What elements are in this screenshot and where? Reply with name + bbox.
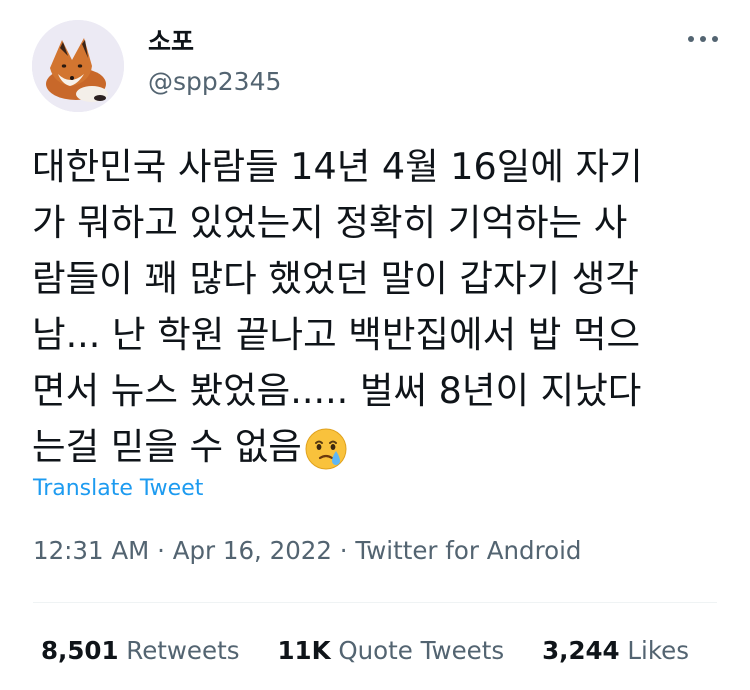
tweet-stats: 8,501 Retweets 11K Quote Tweets 3,244 Li…	[41, 636, 689, 665]
quote-tweets-count: 11K	[277, 636, 331, 665]
meta-separator: ·	[339, 536, 348, 565]
retweets-stat[interactable]: 8,501 Retweets	[41, 636, 239, 665]
tweet-meta: 12:31 AM · Apr 16, 2022 · Twitter for An…	[33, 536, 581, 565]
tweet-text: 대한민국 사람들 14년 4월 16일에 자기 가 뭐하고 있었는지 정확히 기…	[32, 139, 722, 487]
fox-avatar[interactable]	[32, 20, 124, 112]
dot	[688, 36, 694, 42]
tweet-line: 는걸 믿을 수 없음	[32, 425, 302, 468]
quote-tweets-label: Quote Tweets	[338, 636, 505, 665]
likes-stat[interactable]: 3,244 Likes	[542, 636, 689, 665]
retweets-count: 8,501	[41, 636, 119, 665]
meta-separator: ·	[157, 536, 165, 565]
display-name[interactable]: 소포	[148, 26, 194, 58]
dot	[700, 36, 706, 42]
tweet-line: 가 뭐하고 있었는지 정확히 기억하는 사	[32, 201, 628, 244]
tweet-line: 남... 난 학원 끝나고 백반집에서 밥 먹으	[32, 313, 641, 356]
retweets-label: Retweets	[126, 636, 240, 665]
tweet-line: 대한민국 사람들 14년 4월 16일에 자기	[32, 145, 643, 188]
likes-count: 3,244	[542, 636, 620, 665]
tweet-line: 면서 뉴스 봤었음..... 벌써 8년이 지났다	[32, 369, 642, 412]
fox-icon	[32, 20, 124, 112]
user-handle[interactable]: @spp2345	[148, 66, 281, 98]
dot	[712, 36, 718, 42]
tweet-source[interactable]: Twitter for Android	[355, 536, 581, 565]
tweet-line: 람들이 꽤 많다 했었던 말이 갑자기 생각	[32, 257, 639, 300]
likes-label: Likes	[627, 636, 689, 665]
translate-tweet-link[interactable]: Translate Tweet	[33, 476, 203, 501]
tweet-time[interactable]: 12:31 AM	[33, 536, 149, 565]
quote-tweets-stat[interactable]: 11K Quote Tweets	[277, 636, 504, 665]
face-holding-back-tears-icon	[304, 427, 348, 487]
more-options-icon[interactable]	[688, 30, 718, 48]
divider	[33, 602, 717, 603]
tweet-date[interactable]: Apr 16, 2022	[173, 536, 332, 565]
